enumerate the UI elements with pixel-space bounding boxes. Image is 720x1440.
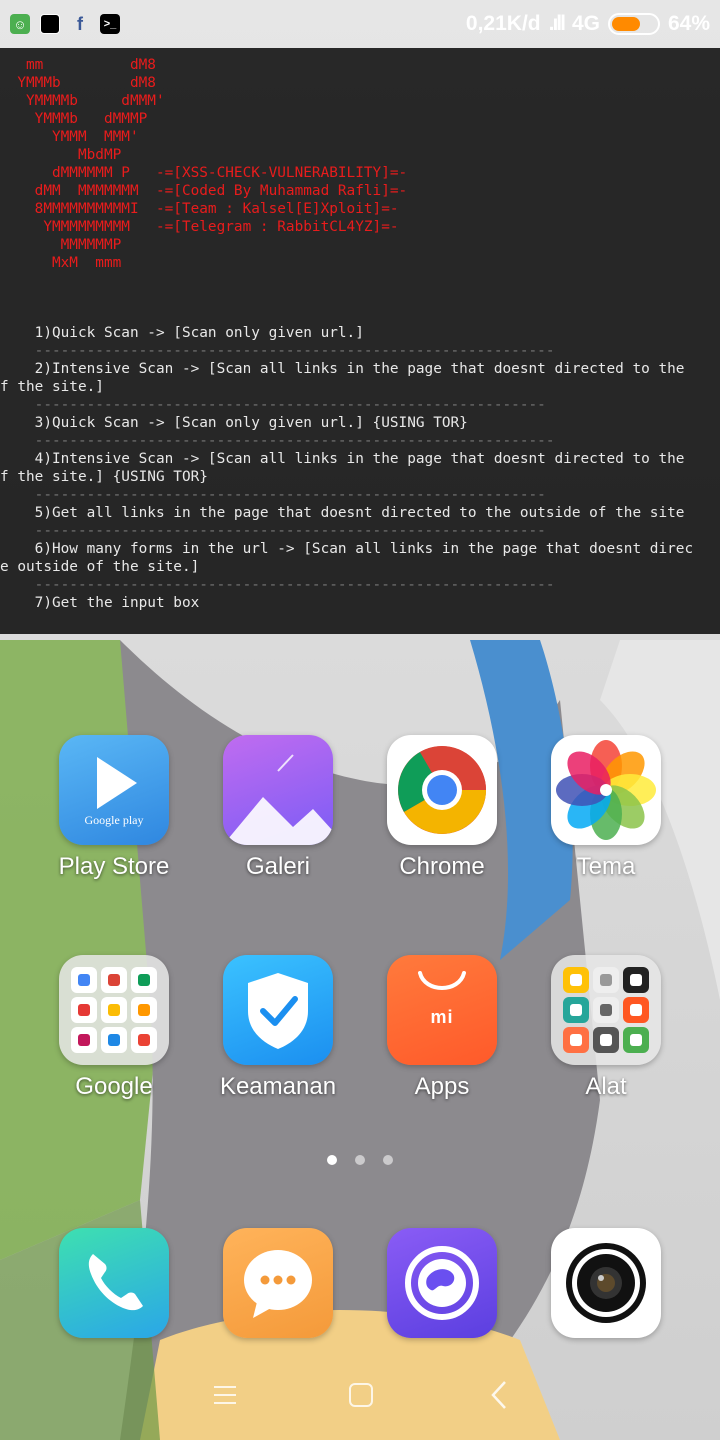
- gallery-icon: [223, 735, 333, 845]
- battery-level: [611, 17, 641, 31]
- network-speed: 0,21K/d: [465, 12, 541, 35]
- app-label: Keamanan: [219, 1073, 337, 1100]
- terminal-banner: mm dM8 YMMMb dM8 YMMMMb dMMM' YMMMb dMMM…: [17, 57, 408, 271]
- google-folder-icon: [59, 955, 169, 1065]
- dock-camera[interactable]: [536, 1228, 676, 1338]
- back-icon[interactable]: [474, 1372, 524, 1418]
- facebook-icon: f: [77, 13, 83, 34]
- app-label: Play Store: [58, 853, 170, 880]
- app-label: Tema: [576, 853, 636, 880]
- app-play-store[interactable]: Google play Play Store: [44, 735, 184, 881]
- security-shield-icon: [223, 955, 333, 1065]
- dock-browser[interactable]: [372, 1228, 512, 1338]
- network-type: 4G: [571, 12, 600, 35]
- theme-icon: [551, 735, 661, 845]
- app-label: Chrome: [399, 853, 485, 880]
- chrome-icon: [387, 735, 497, 845]
- home-icon[interactable]: [336, 1372, 386, 1418]
- app-chrome[interactable]: Chrome: [372, 735, 512, 881]
- terminal-icon: >_: [100, 14, 120, 34]
- page-indicator: [0, 1155, 720, 1165]
- terminal-window[interactable]: mm dM8 YMMMb dM8 YMMMMb dMMM' YMMMb dMMM…: [0, 48, 720, 634]
- tools-folder-icon: [551, 955, 661, 1065]
- terminal-menu: 1)Quick Scan -> [Scan only given url.] -…: [0, 325, 694, 611]
- page-dot[interactable]: [355, 1155, 365, 1165]
- play-store-sublabel: Google play: [84, 813, 144, 827]
- browser-icon: [387, 1228, 497, 1338]
- status-bar: ☺ f >_ 0,21K/d .ıll 4G 64%: [0, 0, 720, 48]
- battery-icon: [607, 13, 660, 35]
- app-label: Alat: [585, 1073, 627, 1100]
- battery-percent: 64%: [667, 12, 710, 35]
- app-apps[interactable]: mi Apps: [372, 955, 512, 1101]
- phone-icon: [59, 1228, 169, 1338]
- page-dot[interactable]: [327, 1155, 337, 1165]
- play-store-icon: Google play: [59, 735, 169, 845]
- navigation-bar: [0, 1350, 720, 1440]
- camera-icon: [551, 1228, 661, 1338]
- app-label: Galeri: [245, 853, 311, 880]
- messages-icon: [223, 1228, 333, 1338]
- android-icon: ☺: [10, 14, 30, 34]
- app-galeri[interactable]: Galeri: [208, 735, 348, 881]
- app-label: Google: [75, 1073, 153, 1100]
- page-dot[interactable]: [383, 1155, 393, 1165]
- menu-icon[interactable]: [200, 1372, 250, 1418]
- app-google[interactable]: Google: [44, 955, 184, 1101]
- app-keamanan[interactable]: Keamanan: [208, 955, 348, 1101]
- mi-apps-icon: mi: [387, 955, 497, 1065]
- square-icon: [40, 14, 60, 34]
- signal-icon: .ıll: [548, 12, 566, 35]
- dock-messages[interactable]: [208, 1228, 348, 1338]
- mi-logo: mi: [430, 1007, 454, 1027]
- app-label: Apps: [414, 1073, 470, 1100]
- dock-phone[interactable]: [44, 1228, 184, 1338]
- app-tema[interactable]: Tema: [536, 735, 676, 881]
- app-alat[interactable]: Alat: [536, 955, 676, 1101]
